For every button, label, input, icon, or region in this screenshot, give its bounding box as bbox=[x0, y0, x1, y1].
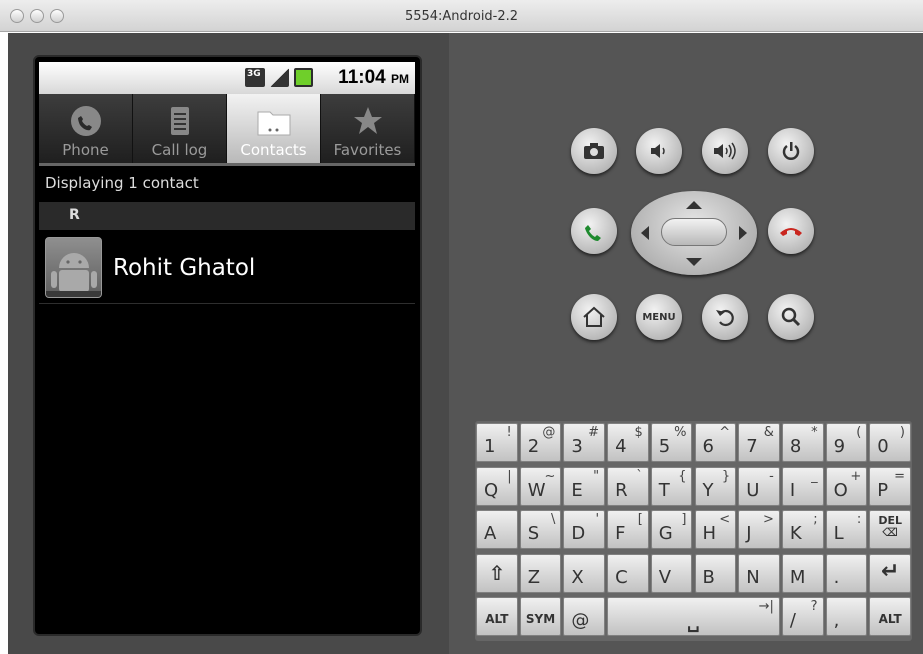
key-w[interactable]: W ~ bbox=[519, 466, 562, 506]
key-u[interactable]: U- bbox=[738, 466, 780, 506]
camera-icon bbox=[584, 143, 604, 159]
android-avatar-icon bbox=[46, 253, 101, 297]
key-5[interactable]: 5% bbox=[650, 423, 693, 462]
tab-icon: →| bbox=[758, 599, 774, 614]
volume-down-icon bbox=[651, 144, 665, 158]
menu-button[interactable]: MENU bbox=[636, 294, 682, 340]
section-header: R bbox=[39, 202, 415, 230]
key-1[interactable]: 1! bbox=[476, 423, 518, 462]
key-b[interactable]: B bbox=[694, 553, 737, 593]
back-icon bbox=[716, 309, 734, 327]
dpad[interactable] bbox=[631, 191, 757, 275]
key-r[interactable]: R ` bbox=[607, 466, 649, 506]
network-3g-icon: 3G bbox=[245, 68, 265, 87]
power-button[interactable] bbox=[768, 128, 814, 174]
volume-up-button[interactable] bbox=[702, 128, 748, 174]
shift-icon: ⇧ bbox=[488, 560, 506, 585]
power-icon bbox=[782, 142, 800, 160]
space-icon: ␣ bbox=[687, 612, 700, 633]
key-p[interactable]: P = bbox=[869, 466, 911, 506]
key-sym[interactable]: SYM bbox=[519, 597, 562, 636]
key-l[interactable]: L: bbox=[825, 510, 868, 549]
key-n[interactable]: N bbox=[738, 553, 780, 593]
key-h[interactable]: H < bbox=[694, 510, 737, 549]
search-icon bbox=[781, 307, 801, 327]
key-o[interactable]: O + bbox=[825, 466, 868, 506]
key-space[interactable]: ␣ →| bbox=[607, 597, 780, 636]
key-j[interactable]: J > bbox=[738, 510, 780, 549]
key-s[interactable]: S \ bbox=[519, 510, 562, 549]
camera-button[interactable] bbox=[571, 128, 617, 174]
delete-icon: DEL ⌫ bbox=[878, 514, 902, 539]
emulator-window: 3G 11:04 PM Phone Call log Contacts Favo… bbox=[8, 33, 923, 654]
hardware-keyboard: 1! 2 @3 #4 $5% 6 ^ 7 & 8 * 9(0) Q | W ~ E " R ` T{Y} U - I _ O + P =… bbox=[475, 421, 912, 641]
end-call-icon bbox=[780, 228, 802, 236]
key-3[interactable]: 3 # bbox=[563, 423, 606, 462]
key-9[interactable]: 9( bbox=[825, 423, 868, 462]
key-t[interactable]: T{ bbox=[650, 466, 693, 506]
signal-strength-icon bbox=[270, 68, 289, 87]
volume-down-button[interactable] bbox=[636, 128, 682, 174]
dpad-center-button[interactable] bbox=[661, 218, 727, 246]
list-item[interactable]: Rohit Ghatol bbox=[39, 232, 415, 304]
avatar[interactable] bbox=[45, 237, 102, 298]
end-call-button[interactable] bbox=[768, 208, 814, 254]
tab-contacts[interactable]: Contacts bbox=[227, 94, 321, 163]
key-alt[interactable]: ALT bbox=[869, 597, 911, 636]
key-y[interactable]: Y} bbox=[694, 466, 737, 506]
contact-count-label: Displaying 1 contact bbox=[45, 174, 199, 192]
tab-bar: Phone Call log Contacts Favorites bbox=[39, 94, 415, 166]
key-del[interactable]: DEL ⌫ bbox=[869, 510, 911, 549]
key-x64[interactable]: @ bbox=[563, 597, 606, 636]
tab-call-log[interactable]: Call log bbox=[133, 94, 227, 163]
battery-icon bbox=[294, 68, 313, 87]
key-x44[interactable]: , bbox=[825, 597, 868, 636]
key-m[interactable]: M bbox=[781, 553, 824, 593]
key-v[interactable]: V bbox=[650, 553, 693, 593]
star-icon bbox=[353, 107, 382, 134]
key-0[interactable]: 0) bbox=[869, 423, 911, 462]
key-7[interactable]: 7 & bbox=[738, 423, 780, 462]
window-titlebar: 5554:Android-2.2 bbox=[0, 0, 923, 32]
volume-up-icon bbox=[714, 142, 736, 160]
key-c[interactable]: C bbox=[607, 553, 649, 593]
enter-icon: ↵ bbox=[880, 558, 900, 584]
call-button[interactable] bbox=[571, 208, 617, 254]
key-2[interactable]: 2 @ bbox=[519, 423, 562, 462]
device-screen[interactable]: 3G 11:04 PM Phone Call log Contacts Favo… bbox=[39, 62, 415, 628]
key-f[interactable]: F[ bbox=[607, 510, 649, 549]
key-e[interactable]: E " bbox=[563, 466, 606, 506]
key-x47[interactable]: /? bbox=[781, 597, 824, 636]
key-x[interactable]: X bbox=[563, 553, 606, 593]
status-bar: 3G 11:04 PM bbox=[39, 62, 415, 94]
phone-icon bbox=[70, 106, 101, 136]
contacts-icon bbox=[257, 111, 290, 136]
key-alt[interactable]: ALT bbox=[476, 597, 518, 636]
home-icon bbox=[583, 306, 605, 327]
key-g[interactable]: G] bbox=[650, 510, 693, 549]
contact-name: Rohit Ghatol bbox=[113, 255, 256, 281]
key-i[interactable]: I _ bbox=[781, 466, 824, 506]
key-z[interactable]: Z bbox=[519, 553, 562, 593]
key-enter[interactable]: ↵ bbox=[869, 553, 911, 593]
search-button[interactable] bbox=[768, 294, 814, 340]
tab-phone[interactable]: Phone bbox=[39, 94, 133, 163]
key-8[interactable]: 8 * bbox=[781, 423, 824, 462]
back-button[interactable] bbox=[702, 294, 748, 340]
call-icon bbox=[585, 225, 601, 241]
key-shift[interactable]: ⇧ bbox=[476, 553, 518, 593]
home-button[interactable] bbox=[571, 294, 617, 340]
key-q[interactable]: Q | bbox=[476, 466, 518, 506]
tab-favorites[interactable]: Favorites bbox=[321, 94, 415, 163]
key-4[interactable]: 4 $ bbox=[607, 423, 649, 462]
call-log-icon bbox=[170, 107, 189, 135]
key-6[interactable]: 6 ^ bbox=[694, 423, 737, 462]
window-title: 5554:Android-2.2 bbox=[404, 9, 519, 24]
key-d[interactable]: D ' bbox=[563, 510, 606, 549]
key-k[interactable]: K; bbox=[781, 510, 824, 549]
status-clock: 11:04 PM bbox=[338, 67, 409, 88]
key-a[interactable]: A bbox=[476, 510, 518, 549]
key-x46[interactable]: . bbox=[825, 553, 868, 593]
